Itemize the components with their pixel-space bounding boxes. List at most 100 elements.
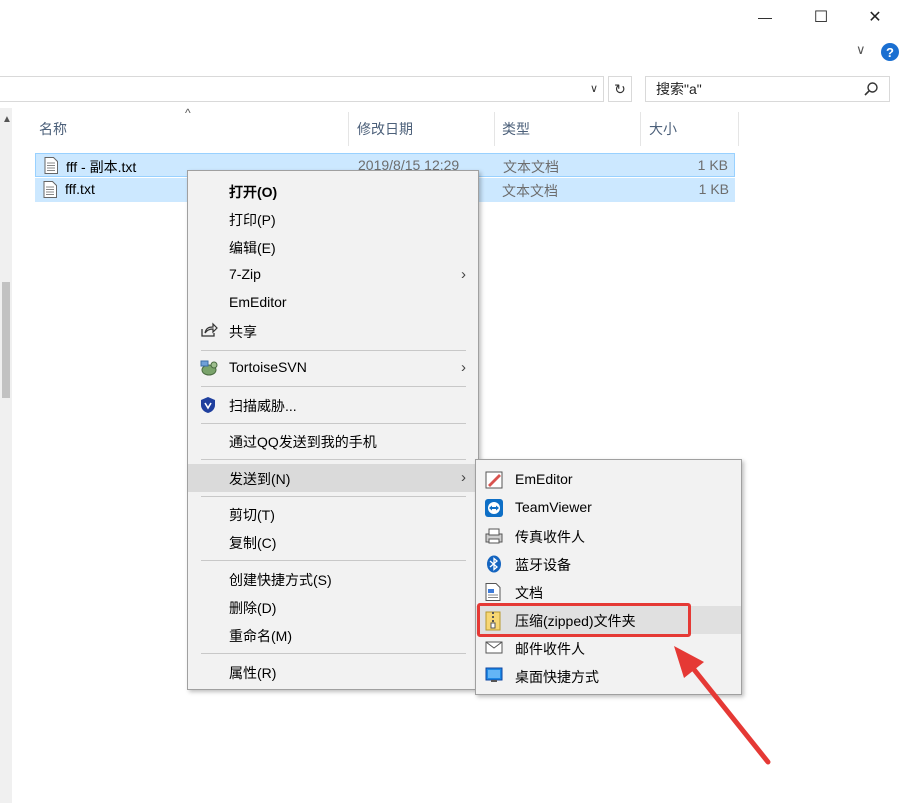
menu-item-send-to[interactable]: 发送到(N) › xyxy=(188,464,478,492)
context-menu: 打开(O) 打印(P) 编辑(E) 7-Zip › EmEditor 共享 Tor… xyxy=(187,170,479,690)
maximize-button[interactable]: ☐ xyxy=(798,0,844,34)
submenu-arrow-icon: › xyxy=(461,469,466,486)
send-to-teamviewer[interactable]: TeamViewer xyxy=(476,494,741,522)
menu-item-label: 编辑(E) xyxy=(229,240,276,256)
menu-item-label: 发送到(N) xyxy=(229,471,291,487)
menu-item-emeditor[interactable]: EmEditor xyxy=(188,289,478,317)
column-header-size[interactable]: 大小 xyxy=(649,112,677,146)
address-bar[interactable] xyxy=(0,76,604,102)
search-placeholder: 搜索"a" xyxy=(656,81,702,97)
send-to-documents[interactable]: 文档 xyxy=(476,578,741,606)
navigation-scrollbar[interactable]: ▲ xyxy=(0,108,12,803)
menu-separator xyxy=(201,459,466,460)
mail-icon xyxy=(485,641,503,654)
menu-item-cut[interactable]: 剪切(T) xyxy=(188,500,478,528)
menu-separator xyxy=(201,653,466,654)
menu-item-label: 通过QQ发送到我的手机 xyxy=(229,434,377,450)
menu-item-tortoisesvn[interactable]: TortoiseSVN › xyxy=(188,354,478,382)
file-type: 文本文档 xyxy=(503,159,559,175)
help-button[interactable]: ? xyxy=(881,43,899,61)
menu-separator xyxy=(201,496,466,497)
submenu-item-label: 蓝牙设备 xyxy=(515,557,571,573)
minimize-icon: — xyxy=(758,9,772,25)
bluetooth-icon xyxy=(487,555,501,573)
column-divider xyxy=(640,112,641,146)
scrollbar-thumb[interactable] xyxy=(2,282,10,398)
menu-item-label: 打开(O) xyxy=(229,184,278,200)
submenu-item-label: 桌面快捷方式 xyxy=(515,669,599,685)
menu-item-delete[interactable]: 删除(D) xyxy=(188,593,478,621)
menu-item-label: 创建快捷方式(S) xyxy=(229,572,332,588)
document-icon xyxy=(485,583,501,601)
search-icon xyxy=(864,82,878,96)
column-divider xyxy=(348,112,349,146)
highlight-box xyxy=(477,603,691,637)
emeditor-icon xyxy=(485,471,503,489)
menu-item-open[interactable]: 打开(O) xyxy=(188,177,478,205)
menu-item-label: 7-Zip xyxy=(229,266,261,282)
file-name: fff - 副本.txt xyxy=(66,159,137,175)
share-icon xyxy=(201,322,218,337)
ribbon-toggle-icon[interactable]: ∨ xyxy=(856,42,866,58)
menu-item-send-qq[interactable]: 通过QQ发送到我的手机 xyxy=(188,427,478,455)
tortoisesvn-icon xyxy=(200,360,218,376)
sort-indicator-icon: ^ xyxy=(185,106,191,120)
maximize-icon: ☐ xyxy=(813,9,829,26)
menu-item-7zip[interactable]: 7-Zip › xyxy=(188,261,478,289)
menu-item-label: 打印(P) xyxy=(229,212,276,228)
menu-item-label: 共享 xyxy=(229,324,257,340)
menu-item-label: 删除(D) xyxy=(229,600,277,616)
menu-item-label: 扫描威胁... xyxy=(229,398,297,414)
address-dropdown-icon[interactable]: ∨ xyxy=(590,82,598,95)
shield-icon xyxy=(201,397,215,413)
column-header-name[interactable]: 名称 xyxy=(39,112,67,146)
menu-item-label: 属性(R) xyxy=(229,665,277,681)
text-file-icon xyxy=(43,181,57,198)
menu-item-print[interactable]: 打印(P) xyxy=(188,205,478,233)
menu-item-share[interactable]: 共享 xyxy=(188,317,478,345)
menu-separator xyxy=(201,386,466,387)
file-name: fff.txt xyxy=(65,181,95,197)
send-to-bluetooth[interactable]: 蓝牙设备 xyxy=(476,550,741,578)
menu-item-label: 剪切(T) xyxy=(229,507,275,523)
menu-item-properties[interactable]: 属性(R) xyxy=(188,658,478,686)
file-size: 1 KB xyxy=(698,181,729,197)
fax-icon xyxy=(485,528,503,544)
search-input[interactable]: 搜索"a" xyxy=(645,76,890,102)
menu-separator xyxy=(201,423,466,424)
submenu-item-label: 传真收件人 xyxy=(515,529,585,545)
annotation-arrow-icon xyxy=(674,646,771,765)
column-divider xyxy=(738,112,739,146)
refresh-button[interactable]: ↻ xyxy=(608,76,632,102)
desktop-icon xyxy=(485,667,503,682)
menu-item-label: 重命名(M) xyxy=(229,628,292,644)
refresh-icon: ↻ xyxy=(614,80,626,97)
close-icon: ✕ xyxy=(868,9,882,26)
submenu-item-label: 邮件收件人 xyxy=(515,641,585,657)
submenu-arrow-icon: › xyxy=(461,266,466,283)
menu-item-rename[interactable]: 重命名(M) xyxy=(188,621,478,649)
column-divider xyxy=(494,112,495,146)
menu-item-copy[interactable]: 复制(C) xyxy=(188,528,478,556)
submenu-item-label: TeamViewer xyxy=(515,499,592,515)
menu-separator xyxy=(201,350,466,351)
file-type: 文本文档 xyxy=(502,183,558,199)
menu-item-edit[interactable]: 编辑(E) xyxy=(188,233,478,261)
menu-separator xyxy=(201,560,466,561)
submenu-item-label: EmEditor xyxy=(515,471,573,487)
column-header-type[interactable]: 类型 xyxy=(502,112,530,146)
menu-item-label: 复制(C) xyxy=(229,535,277,551)
menu-item-scan-threats[interactable]: 扫描威胁... xyxy=(188,391,478,419)
file-size: 1 KB xyxy=(697,157,728,173)
submenu-arrow-icon: › xyxy=(461,359,466,376)
submenu-item-label: 文档 xyxy=(515,585,543,601)
send-to-fax[interactable]: 传真收件人 xyxy=(476,522,741,550)
column-header-date[interactable]: 修改日期 xyxy=(357,112,413,146)
scroll-up-icon[interactable]: ▲ xyxy=(2,114,12,125)
menu-item-create-shortcut[interactable]: 创建快捷方式(S) xyxy=(188,565,478,593)
close-button[interactable]: ✕ xyxy=(852,0,898,34)
menu-item-label: TortoiseSVN xyxy=(229,359,307,375)
send-to-emeditor[interactable]: EmEditor xyxy=(476,466,741,494)
minimize-button[interactable]: — xyxy=(742,0,788,34)
teamviewer-icon xyxy=(485,499,503,517)
